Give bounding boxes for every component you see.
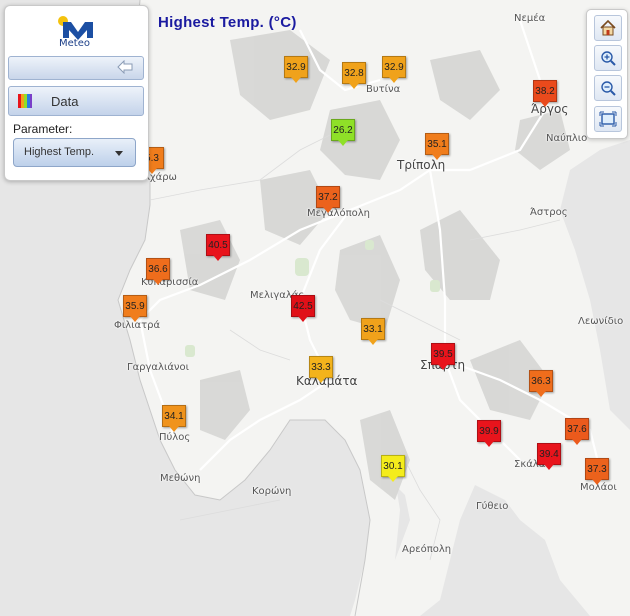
chevron-down-icon [115, 151, 123, 156]
station-marker[interactable]: 39.5 [431, 343, 455, 370]
station-marker[interactable]: 39.9 [477, 420, 501, 447]
place-label: Βυτίνα [366, 84, 401, 95]
station-marker[interactable]: 37.3 [585, 458, 609, 485]
place-label: Μεγαλόπολη [307, 208, 370, 219]
station-marker[interactable]: 32.9 [382, 56, 406, 83]
place-label: Κορώνη [252, 486, 292, 497]
zoom-out-button[interactable] [594, 75, 622, 101]
place-label: Τρίπολη [397, 158, 446, 172]
map-toolbar [586, 9, 628, 139]
home-button[interactable] [594, 15, 622, 41]
home-icon [600, 19, 616, 36]
station-marker[interactable]: 38.2 [533, 80, 557, 107]
collapse-arrow-icon [117, 60, 133, 74]
data-button-label: Data [51, 94, 79, 109]
station-marker[interactable]: 42.5 [291, 295, 315, 322]
station-marker[interactable]: 40.5 [206, 234, 230, 261]
place-label: Άστρος [530, 207, 568, 218]
zoom-in-icon [601, 51, 616, 66]
parameter-select-value: Highest Temp. [24, 146, 95, 158]
place-label: Πύλος [159, 432, 191, 443]
station-marker[interactable]: 39.4 [537, 443, 561, 470]
station-marker[interactable]: 36.6 [146, 258, 170, 285]
collapse-panel-button[interactable] [8, 56, 144, 80]
zoom-extent-icon [599, 111, 617, 127]
data-chart-icon [18, 94, 32, 108]
map-title: Highest Temp. (°C) [158, 14, 297, 31]
station-marker[interactable]: 30.1 [381, 455, 405, 482]
place-label: Γαργαλιάνοι [127, 362, 190, 373]
station-marker[interactable]: 35.9 [123, 295, 147, 322]
station-marker[interactable]: 37.6 [565, 418, 589, 445]
station-marker[interactable]: 26.2 [331, 119, 355, 146]
station-marker[interactable]: 34.1 [162, 405, 186, 432]
station-marker[interactable]: 36.3 [529, 370, 553, 397]
control-panel: Meteo Data Parameter: Highest Temp. [4, 5, 149, 181]
parameter-select[interactable]: Highest Temp. [13, 138, 136, 167]
zoom-in-button[interactable] [594, 45, 622, 71]
zoom-out-icon [601, 81, 616, 96]
parameter-label: Parameter: [13, 122, 73, 136]
station-marker[interactable]: 37.2 [316, 186, 340, 213]
station-marker[interactable]: 32.9 [284, 56, 308, 83]
station-marker[interactable]: 33.1 [361, 318, 385, 345]
zoom-extent-button[interactable] [594, 106, 622, 132]
place-label: Νεμέα [514, 13, 546, 24]
place-label: Μεθώνη [160, 473, 201, 484]
station-marker[interactable]: 35.1 [425, 133, 449, 160]
station-marker[interactable]: 33.3 [309, 356, 333, 383]
station-marker[interactable]: 32.8 [342, 62, 366, 89]
place-label: Λεωνίδιο [578, 316, 624, 327]
logo-text: Meteo [59, 38, 90, 49]
data-button[interactable]: Data [8, 86, 144, 116]
place-label: Αρεόπολη [402, 544, 452, 555]
place-label: Ναύπλιο [546, 133, 588, 144]
place-label: Γύθειο [476, 501, 509, 512]
